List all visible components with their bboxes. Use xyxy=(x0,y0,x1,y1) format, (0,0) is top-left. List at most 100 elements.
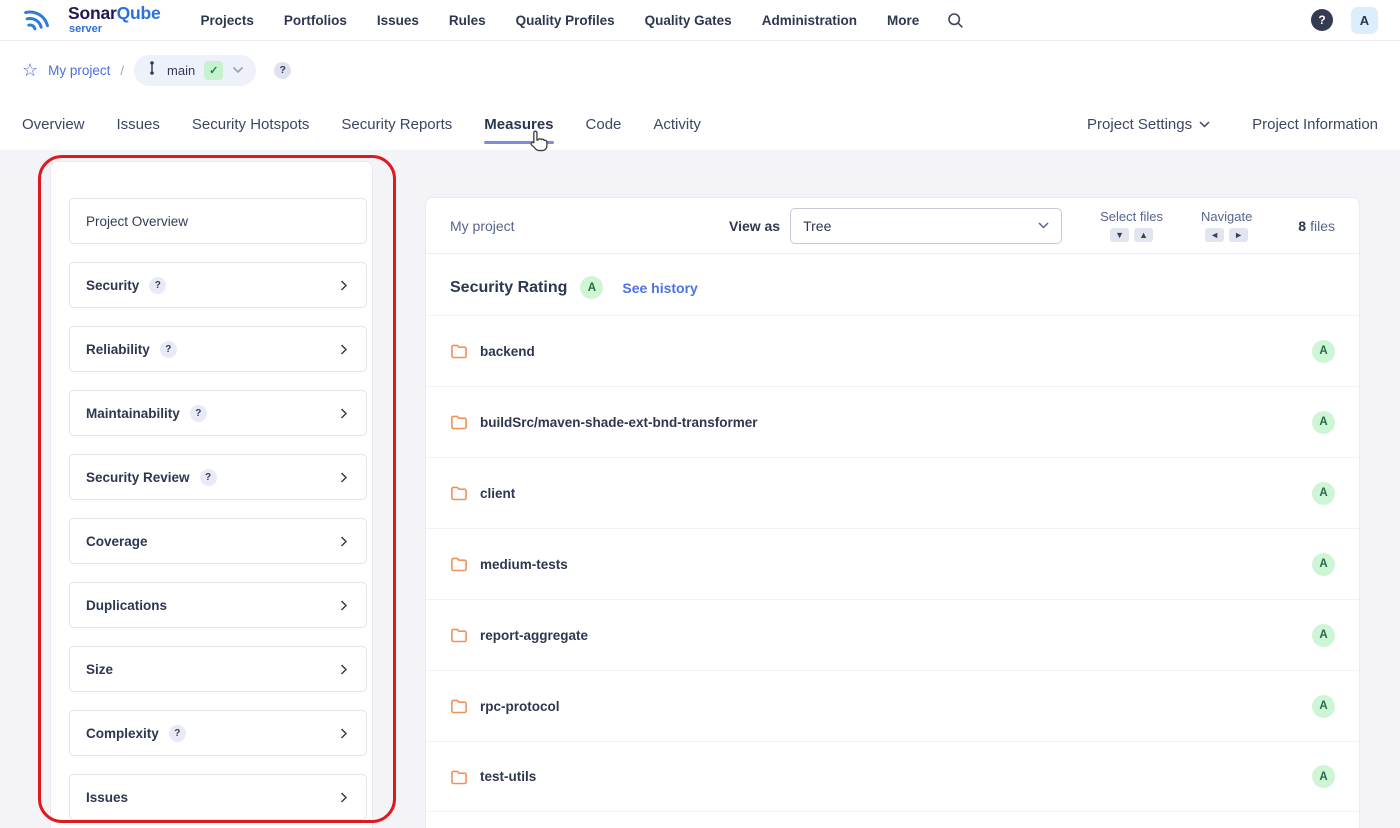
sidebar-item-reliability[interactable]: Reliability ? xyxy=(69,326,367,372)
nav-portfolios[interactable]: Portfolios xyxy=(284,13,347,28)
sidebar-item-complexity[interactable]: Complexity ? xyxy=(69,710,367,756)
nav-quality-gates[interactable]: Quality Gates xyxy=(645,13,732,28)
search-icon[interactable] xyxy=(947,12,964,29)
folder-icon xyxy=(450,414,468,430)
see-history-link[interactable]: See history xyxy=(622,280,697,296)
help-icon[interactable]: ? xyxy=(1311,9,1333,31)
tab-security-reports[interactable]: Security Reports xyxy=(341,102,452,147)
nav-quality-profiles[interactable]: Quality Profiles xyxy=(516,13,615,28)
table-row[interactable]: test-utils A xyxy=(426,741,1359,812)
measures-toolbar: My project View as Tree Select files ▼ ▲… xyxy=(426,198,1359,254)
nav-rules[interactable]: Rules xyxy=(449,13,486,28)
nav-projects[interactable]: Projects xyxy=(201,13,254,28)
branch-selector[interactable]: main ✓ xyxy=(134,55,256,86)
table-row[interactable]: client A xyxy=(426,457,1359,528)
sidebar-item-label: Reliability xyxy=(86,342,150,357)
chevron-right-icon xyxy=(337,407,350,420)
table-row[interactable]: medium-tests A xyxy=(426,528,1359,599)
branch-help-icon[interactable]: ? xyxy=(274,62,291,79)
sidebar-item-coverage[interactable]: Coverage xyxy=(69,518,367,564)
rating-badge: A xyxy=(1312,482,1335,505)
sidebar-item-size[interactable]: Size xyxy=(69,646,367,692)
table-row[interactable]: buildSrc/maven-shade-ext-bnd-transformer… xyxy=(426,386,1359,457)
select-previous-file-button[interactable]: ▲ xyxy=(1134,228,1153,242)
nav-administration[interactable]: Administration xyxy=(762,13,857,28)
help-icon[interactable]: ? xyxy=(160,341,177,358)
rating-badge: A xyxy=(1312,340,1335,363)
sidebar-item-duplications[interactable]: Duplications xyxy=(69,582,367,628)
folder-icon xyxy=(450,556,468,572)
sidebar-item-security-review[interactable]: Security Review ? xyxy=(69,454,367,500)
top-navbar: SonarQube server Projects Portfolios Iss… xyxy=(0,0,1400,41)
tab-activity[interactable]: Activity xyxy=(653,102,701,147)
project-information-button[interactable]: Project Information xyxy=(1252,116,1378,133)
folder-icon xyxy=(450,485,468,501)
favorite-star-icon[interactable]: ☆ xyxy=(22,61,38,79)
component-link[interactable]: test-utils xyxy=(480,769,536,784)
breadcrumb: ☆ My project / main ✓ ? xyxy=(0,41,1400,99)
help-icon[interactable]: ? xyxy=(149,277,166,294)
breadcrumb-project-link[interactable]: My project xyxy=(48,63,110,78)
metric-section-header: Security Rating A See history xyxy=(426,254,1359,315)
help-icon[interactable]: ? xyxy=(190,405,207,422)
arrow-right-icon: ► xyxy=(1234,230,1243,240)
logo-text: SonarQube server xyxy=(68,5,161,35)
sidebar-item-project-overview[interactable]: Project Overview xyxy=(69,198,367,244)
tab-security-hotspots[interactable]: Security Hotspots xyxy=(192,102,310,147)
sidebar-item-security[interactable]: Security ? xyxy=(69,262,367,308)
sonarqube-logo[interactable]: SonarQube server xyxy=(22,2,161,39)
view-mode-select[interactable]: Tree xyxy=(790,208,1062,244)
project-tabs: Overview Issues Security Hotspots Securi… xyxy=(0,99,1400,150)
files-count-word: files xyxy=(1310,218,1335,234)
tab-overview[interactable]: Overview xyxy=(22,102,85,147)
nav-more[interactable]: More xyxy=(887,13,919,28)
arrow-left-icon: ◄ xyxy=(1210,230,1219,240)
component-link[interactable]: medium-tests xyxy=(480,557,568,572)
component-breadcrumb[interactable]: My project xyxy=(450,218,515,234)
navigate-group: Navigate ◄ ► xyxy=(1201,209,1252,242)
navigate-forward-button[interactable]: ► xyxy=(1229,228,1248,242)
arrow-down-icon: ▼ xyxy=(1115,230,1124,240)
table-row[interactable]: rpc-protocol A xyxy=(426,670,1359,741)
component-link[interactable]: backend xyxy=(480,344,535,359)
component-link[interactable]: report-aggregate xyxy=(480,628,588,643)
chevron-right-icon xyxy=(337,279,350,292)
measures-main-panel: My project View as Tree Select files ▼ ▲… xyxy=(425,197,1360,828)
select-next-file-button[interactable]: ▼ xyxy=(1110,228,1129,242)
tab-issues[interactable]: Issues xyxy=(117,102,160,147)
branch-icon xyxy=(146,60,158,81)
navigate-back-button[interactable]: ◄ xyxy=(1205,228,1224,242)
sidebar-item-issues[interactable]: Issues xyxy=(69,774,367,820)
sidebar-item-label: Coverage xyxy=(86,534,148,549)
quality-gate-passed-icon: ✓ xyxy=(204,61,223,80)
chevron-down-icon xyxy=(1199,121,1210,128)
chevron-right-icon xyxy=(337,727,350,740)
view-as-label: View as xyxy=(729,218,780,234)
component-link[interactable]: buildSrc/maven-shade-ext-bnd-transformer xyxy=(480,415,758,430)
nav-right-group: ? A xyxy=(1311,7,1378,34)
brand-part2: Qube xyxy=(117,3,161,23)
tab-measures[interactable]: Measures xyxy=(484,102,553,147)
component-link[interactable]: client xyxy=(480,486,515,501)
content-area: Project Overview Security ? Reliability … xyxy=(0,150,1400,828)
tab-code[interactable]: Code xyxy=(586,102,622,147)
arrow-up-icon: ▲ xyxy=(1139,230,1148,240)
sidebar-item-label: Maintainability xyxy=(86,406,180,421)
table-row[interactable]: report-aggregate A xyxy=(426,599,1359,670)
nav-issues[interactable]: Issues xyxy=(377,13,419,28)
view-mode-value: Tree xyxy=(803,218,1030,234)
sidebar-item-label: Project Overview xyxy=(86,214,188,229)
help-icon[interactable]: ? xyxy=(200,469,217,486)
component-link[interactable]: rpc-protocol xyxy=(480,699,560,714)
chevron-right-icon xyxy=(337,343,350,356)
user-avatar[interactable]: A xyxy=(1351,7,1378,34)
sidebar-item-maintainability[interactable]: Maintainability ? xyxy=(69,390,367,436)
table-row[interactable]: backend A xyxy=(426,315,1359,386)
project-information-label: Project Information xyxy=(1252,116,1378,133)
sidebar-item-label: Security xyxy=(86,278,139,293)
overall-rating-badge: A xyxy=(580,276,603,299)
rating-badge: A xyxy=(1312,624,1335,647)
chevron-right-icon xyxy=(337,791,350,804)
help-icon[interactable]: ? xyxy=(169,725,186,742)
project-settings-menu[interactable]: Project Settings xyxy=(1087,116,1210,133)
